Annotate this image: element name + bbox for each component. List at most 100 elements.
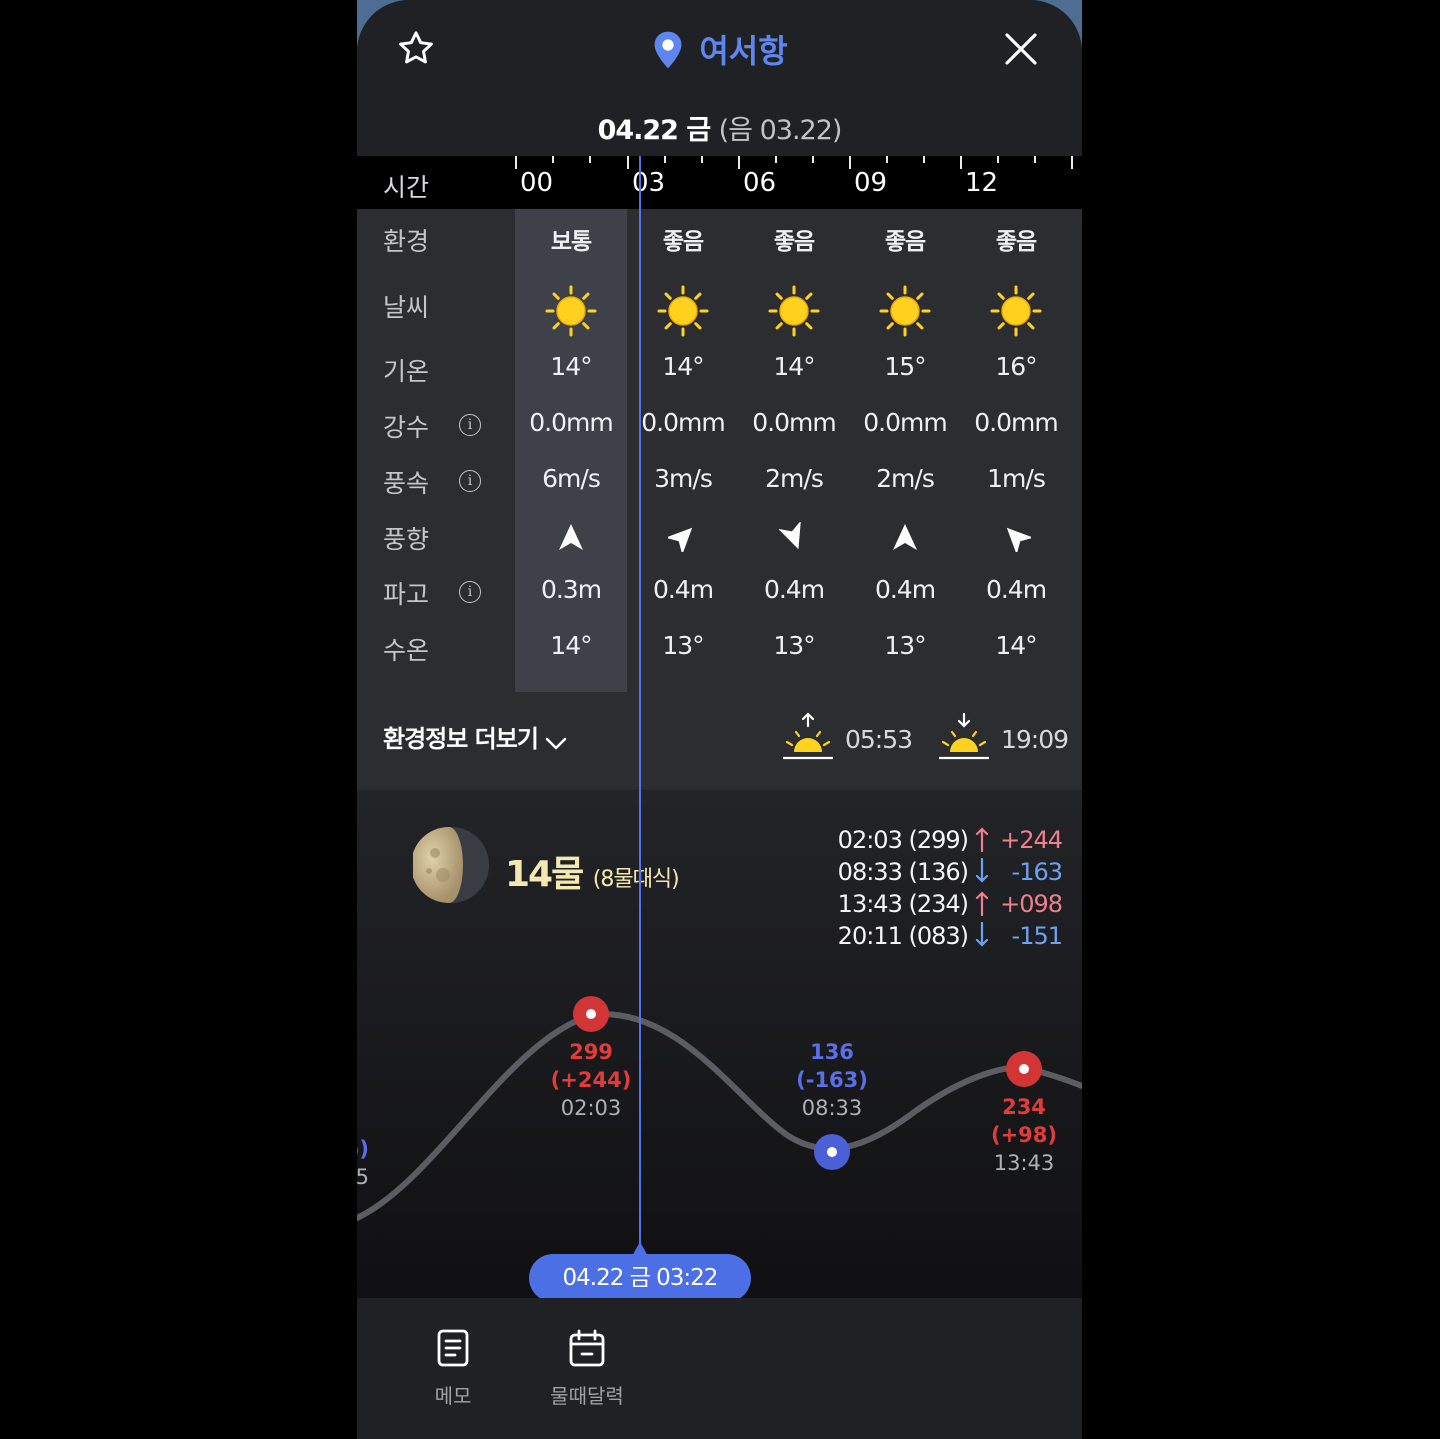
air-temp: 14° — [550, 352, 592, 381]
water-temp: 14° — [550, 631, 592, 660]
time-scale[interactable]: 시간 00 03 06 09 12 — [357, 156, 1082, 209]
env-status: 보통 — [550, 229, 592, 255]
sunrise-time: 05:53 — [845, 725, 913, 754]
water-temp: 13° — [773, 631, 815, 660]
tick — [1034, 156, 1036, 163]
wind-direction-arrow-icon — [893, 524, 917, 550]
tick — [664, 156, 666, 163]
date-lunar: (음 03.22) — [718, 115, 843, 146]
location-name: 여서항 — [699, 32, 788, 70]
tick — [738, 156, 740, 169]
rainfall: 0.0mm — [641, 408, 725, 437]
tick — [775, 156, 777, 163]
tide-section: 14물 (8물때식) 02:03 (299) +244 08:33 (136) -16… — [357, 790, 1082, 1300]
row-label-time: 시간 — [383, 173, 430, 202]
rainfall: 0.0mm — [863, 408, 947, 437]
wave-height: 0.4m — [652, 575, 714, 604]
info-icon[interactable]: i — [459, 581, 481, 603]
close-icon[interactable] — [1000, 28, 1042, 70]
tide-level: 234 — [1002, 1095, 1046, 1119]
wind-direction-arrow-icon — [559, 524, 583, 550]
row-label-temp: 기온 — [383, 357, 430, 386]
chevron-down-icon — [545, 737, 567, 750]
hour-label: 00 — [520, 168, 554, 198]
sun-icon — [879, 285, 931, 337]
wave-height: 0.4m — [874, 575, 936, 604]
tick — [886, 156, 888, 163]
sun-icon — [545, 285, 597, 337]
hour-label: 03 — [632, 168, 666, 198]
nav-calendar[interactable]: 물때달력 — [537, 1328, 637, 1409]
hour-label: 06 — [743, 168, 777, 198]
tide-point-label: 234 (+98) 13:43 — [964, 1093, 1082, 1177]
nav-memo[interactable]: 메모 — [403, 1328, 503, 1409]
location-title[interactable]: 여서항 — [357, 26, 1082, 72]
sunrise-icon — [783, 712, 833, 760]
rainfall: 0.0mm — [529, 408, 613, 437]
tick — [812, 156, 814, 163]
env-status: 좋음 — [662, 229, 704, 255]
hour-label: 12 — [965, 168, 999, 198]
env-more-label: 환경정보 더보기 — [383, 725, 539, 753]
tick — [1071, 156, 1073, 169]
wave-height: 0.3m — [540, 575, 602, 604]
sun-icon — [657, 285, 709, 337]
forecast-table — [357, 209, 1082, 692]
tide-change: (+244) — [550, 1068, 632, 1092]
tide-point-label-partial: 5) 5 — [357, 1135, 369, 1191]
env-status: 좋음 — [773, 229, 815, 255]
env-more-bar: 환경정보 더보기 05:53 19:09 — [357, 692, 1082, 790]
wind-speed: 6m/s — [542, 464, 601, 493]
env-status: 좋음 — [995, 229, 1037, 255]
header: 여서항 04.22 금 (음 03.22) — [357, 0, 1082, 156]
row-label-rain: 강수 — [383, 413, 430, 442]
air-temp: 14° — [662, 352, 704, 381]
sunset-icon — [939, 712, 989, 760]
sun-icon — [768, 285, 820, 337]
wind-speed: 1m/s — [987, 464, 1046, 493]
tide-time: 02:03 — [560, 1096, 622, 1120]
env-more-button[interactable]: 환경정보 더보기 — [383, 719, 568, 754]
bottom-nav: 메모 물때달력 — [357, 1298, 1082, 1439]
date-label: 04.22 금 (음 03.22) — [357, 108, 1082, 147]
wind-direction-arrow-icon — [779, 522, 801, 550]
nav-memo-label: 메모 — [434, 1384, 472, 1408]
tick — [627, 156, 629, 169]
tide-time: 08:33 — [801, 1096, 863, 1120]
tide-change: 5) — [357, 1137, 369, 1161]
wave-height: 0.4m — [763, 575, 825, 604]
memo-icon — [437, 1329, 469, 1367]
tick — [589, 156, 591, 163]
tide-point-label: 299 (+244) 02:03 — [531, 1038, 651, 1122]
current-time-pill[interactable]: 04.22 금 03:22 — [529, 1254, 751, 1302]
hour-label: 09 — [854, 168, 888, 198]
sunset-time: 19:09 — [1001, 725, 1069, 754]
tide-change: (+98) — [990, 1123, 1057, 1147]
phone-screen: 여서항 04.22 금 (음 03.22) 시간 00 03 06 09 12 … — [357, 0, 1082, 1439]
air-temp: 14° — [773, 352, 815, 381]
info-icon[interactable]: i — [459, 414, 481, 436]
water-temp: 13° — [662, 631, 704, 660]
tick — [960, 156, 962, 169]
row-label-wind-dir: 풍향 — [383, 525, 430, 554]
air-temp: 15° — [884, 352, 926, 381]
wind-speed: 2m/s — [876, 464, 935, 493]
row-label-wind-speed: 풍속 — [383, 469, 430, 498]
current-time-line[interactable] — [639, 156, 641, 1256]
rainfall: 0.0mm — [974, 408, 1058, 437]
tick — [849, 156, 851, 169]
water-temp: 13° — [884, 631, 926, 660]
sun-icon — [990, 285, 1042, 337]
wind-direction-arrow-icon — [1006, 527, 1031, 552]
row-label-weather: 날씨 — [383, 293, 430, 322]
tick — [552, 156, 554, 163]
tide-point-label: 136 (-163) 08:33 — [772, 1038, 892, 1122]
env-status: 좋음 — [884, 229, 926, 255]
info-icon[interactable]: i — [459, 470, 481, 492]
tide-change: (-163) — [796, 1068, 868, 1092]
tide-chart — [357, 996, 1082, 1221]
tick — [997, 156, 999, 163]
nav-calendar-label: 물때달력 — [550, 1384, 624, 1408]
date-main: 04.22 금 — [597, 115, 712, 146]
wind-speed: 2m/s — [765, 464, 824, 493]
